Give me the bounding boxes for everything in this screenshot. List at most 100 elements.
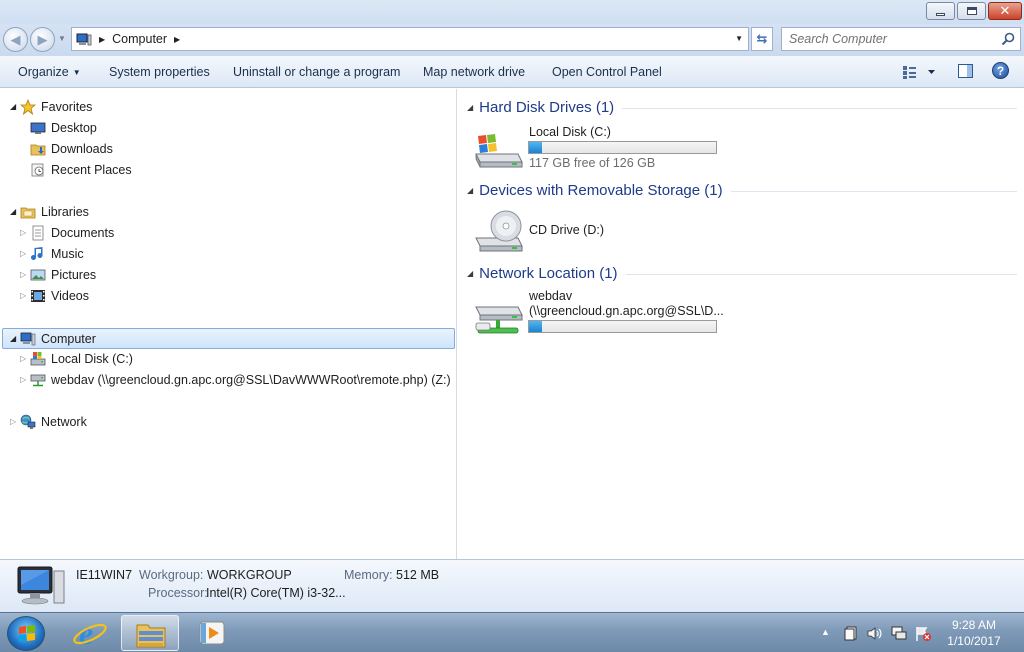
collapsed-triangle-icon[interactable]: ▷: [20, 228, 26, 237]
tree-documents-label: Documents: [51, 226, 115, 240]
collapse-group-icon[interactable]: ◢: [467, 103, 473, 112]
tree-local-disk-label: Local Disk (C:): [51, 352, 133, 366]
search-icon[interactable]: [1001, 32, 1015, 46]
drive-tile-local-disk[interactable]: Local Disk (C:) 117 GB free of 126 GB: [472, 122, 722, 172]
network-icon: [20, 414, 36, 429]
address-dropdown-icon[interactable]: ▼: [735, 34, 743, 43]
expand-triangle-icon[interactable]: ◢: [10, 334, 16, 343]
tree-music[interactable]: ▷ Music: [18, 244, 218, 265]
drive-tile-cd-drive[interactable]: CD Drive (D:): [472, 206, 722, 256]
expand-triangle-icon[interactable]: ◢: [10, 207, 16, 216]
collapsed-triangle-icon[interactable]: ▷: [20, 291, 26, 300]
forward-arrow-icon: ▶: [37, 31, 48, 47]
group-title: Network Location (1): [479, 264, 618, 282]
collapsed-triangle-icon[interactable]: ▷: [10, 417, 16, 426]
tree-downloads[interactable]: Downloads: [28, 139, 228, 160]
tree-documents[interactable]: ▷ Documents: [18, 223, 218, 244]
processor-label: Processor:: [148, 586, 208, 600]
collapsed-triangle-icon[interactable]: ▷: [20, 354, 26, 363]
system-properties-button[interactable]: System properties: [109, 65, 210, 79]
organize-button[interactable]: Organize ▼: [18, 65, 81, 79]
map-network-drive-button[interactable]: Map network drive: [423, 65, 525, 79]
start-button[interactable]: [7, 616, 45, 651]
open-control-panel-button[interactable]: Open Control Panel: [552, 65, 662, 79]
tree-local-disk[interactable]: ▷ Local Disk (C:): [18, 349, 218, 370]
refresh-icon: ⇆: [756, 31, 768, 46]
forward-button[interactable]: ▶: [30, 27, 55, 52]
change-view-button[interactable]: [902, 65, 936, 79]
navigation-pane: ◢ Favorites Desktop Downloads Recent Pla…: [0, 89, 456, 559]
taskbar-media-player[interactable]: [181, 615, 239, 651]
help-icon: ?: [996, 63, 1005, 78]
collapsed-triangle-icon[interactable]: ▷: [20, 375, 26, 384]
workgroup-value: WORKGROUP: [207, 568, 292, 582]
tree-videos[interactable]: ▷ Videos: [18, 286, 218, 307]
search-box[interactable]: [781, 27, 1021, 51]
group-header-removable-storage[interactable]: ◢ Devices with Removable Storage (1): [467, 180, 1017, 200]
group-divider: [625, 273, 1017, 275]
processor-value: Intel(R) Core(TM) i3-32...: [206, 586, 346, 600]
desktop-icon: [30, 122, 46, 134]
breadcrumb-separator-icon[interactable]: ▶: [174, 35, 180, 44]
folder-icon: [136, 624, 166, 648]
uninstall-program-button[interactable]: Uninstall or change a program: [233, 65, 400, 79]
cd-drive-icon: [475, 210, 523, 252]
details-pane: IE11WIN7 Workgroup: WORKGROUP Memory: 51…: [0, 559, 1024, 612]
preview-pane-button[interactable]: [958, 64, 973, 78]
taskbar: e ▲ 9:28 AM 1/10/2017: [0, 612, 1024, 652]
drive-path: (\\greencloud.gn.apc.org@SSL\D...: [529, 304, 724, 318]
title-bar: ✕: [0, 0, 1024, 24]
hard-drive-icon: [475, 134, 523, 168]
refresh-button[interactable]: ⇆: [751, 27, 773, 51]
memory-value: 512 MB: [396, 568, 440, 582]
group-header-network-location[interactable]: ◢ Network Location (1): [467, 263, 1017, 283]
tree-recent-places[interactable]: Recent Places: [28, 160, 228, 181]
breadcrumb-computer[interactable]: Computer: [112, 32, 167, 46]
content-pane: ◢ Hard Disk Drives (1) Local Disk (C:) 1…: [457, 89, 1024, 559]
close-button[interactable]: ✕: [988, 2, 1022, 20]
breadcrumb-separator-icon[interactable]: ▶: [99, 35, 105, 44]
tree-computer[interactable]: ◢ Computer: [2, 328, 455, 349]
capacity-bar: [528, 320, 717, 333]
volume-icon[interactable]: [866, 626, 882, 641]
minimize-button[interactable]: [926, 2, 955, 20]
tree-favorites[interactable]: ◢ Favorites: [8, 97, 208, 118]
collapse-group-icon[interactable]: ◢: [467, 186, 473, 195]
taskbar-windows-explorer[interactable]: [121, 615, 179, 651]
address-bar[interactable]: ▶ Computer ▶ ▼: [71, 27, 749, 51]
taskbar-internet-explorer[interactable]: e: [62, 615, 120, 651]
tree-network[interactable]: ▷ Network: [8, 412, 208, 433]
tree-libraries[interactable]: ◢ Libraries: [8, 202, 208, 223]
search-input[interactable]: [782, 28, 992, 50]
drive-free-space: 117 GB free of 126 GB: [529, 156, 656, 170]
action-center-icon[interactable]: [843, 626, 859, 641]
back-button[interactable]: ◀: [3, 27, 28, 52]
network-drive-icon: [475, 306, 523, 334]
help-button[interactable]: ?: [992, 62, 1009, 79]
maximize-button[interactable]: [957, 2, 986, 20]
close-icon: ✕: [999, 3, 1011, 18]
capacity-bar: [528, 141, 717, 154]
network-drive-icon: [30, 374, 46, 387]
system-clock[interactable]: 9:28 AM 1/10/2017: [935, 617, 1013, 649]
downloads-folder-icon: [30, 144, 46, 156]
collapse-group-icon[interactable]: ◢: [467, 269, 473, 278]
pictures-icon: [30, 269, 46, 281]
tree-pictures[interactable]: ▷ Pictures: [18, 265, 218, 286]
collapsed-triangle-icon[interactable]: ▷: [20, 270, 26, 279]
recent-pages-dropdown[interactable]: ▼: [58, 34, 66, 43]
group-header-hard-disk-drives[interactable]: ◢ Hard Disk Drives (1): [467, 97, 1017, 117]
collapsed-triangle-icon[interactable]: ▷: [20, 249, 26, 258]
tree-desktop[interactable]: Desktop: [28, 118, 228, 139]
tree-music-label: Music: [51, 247, 84, 261]
show-hidden-icons-button[interactable]: ▲: [821, 627, 830, 637]
tree-favorites-label: Favorites: [41, 100, 93, 114]
group-title: Devices with Removable Storage (1): [479, 181, 723, 199]
expand-triangle-icon[interactable]: ◢: [10, 102, 16, 111]
tree-webdav[interactable]: ▷ webdav (\\greencloud.gn.apc.org@SSL\Da…: [18, 370, 451, 391]
action-center-flag-icon[interactable]: [915, 626, 931, 641]
star-icon: [20, 99, 36, 115]
drive-tile-webdav[interactable]: webdav (\\greencloud.gn.apc.org@SSL\D...: [472, 289, 724, 341]
network-status-icon[interactable]: [891, 626, 907, 641]
internet-explorer-icon: e: [73, 615, 107, 651]
